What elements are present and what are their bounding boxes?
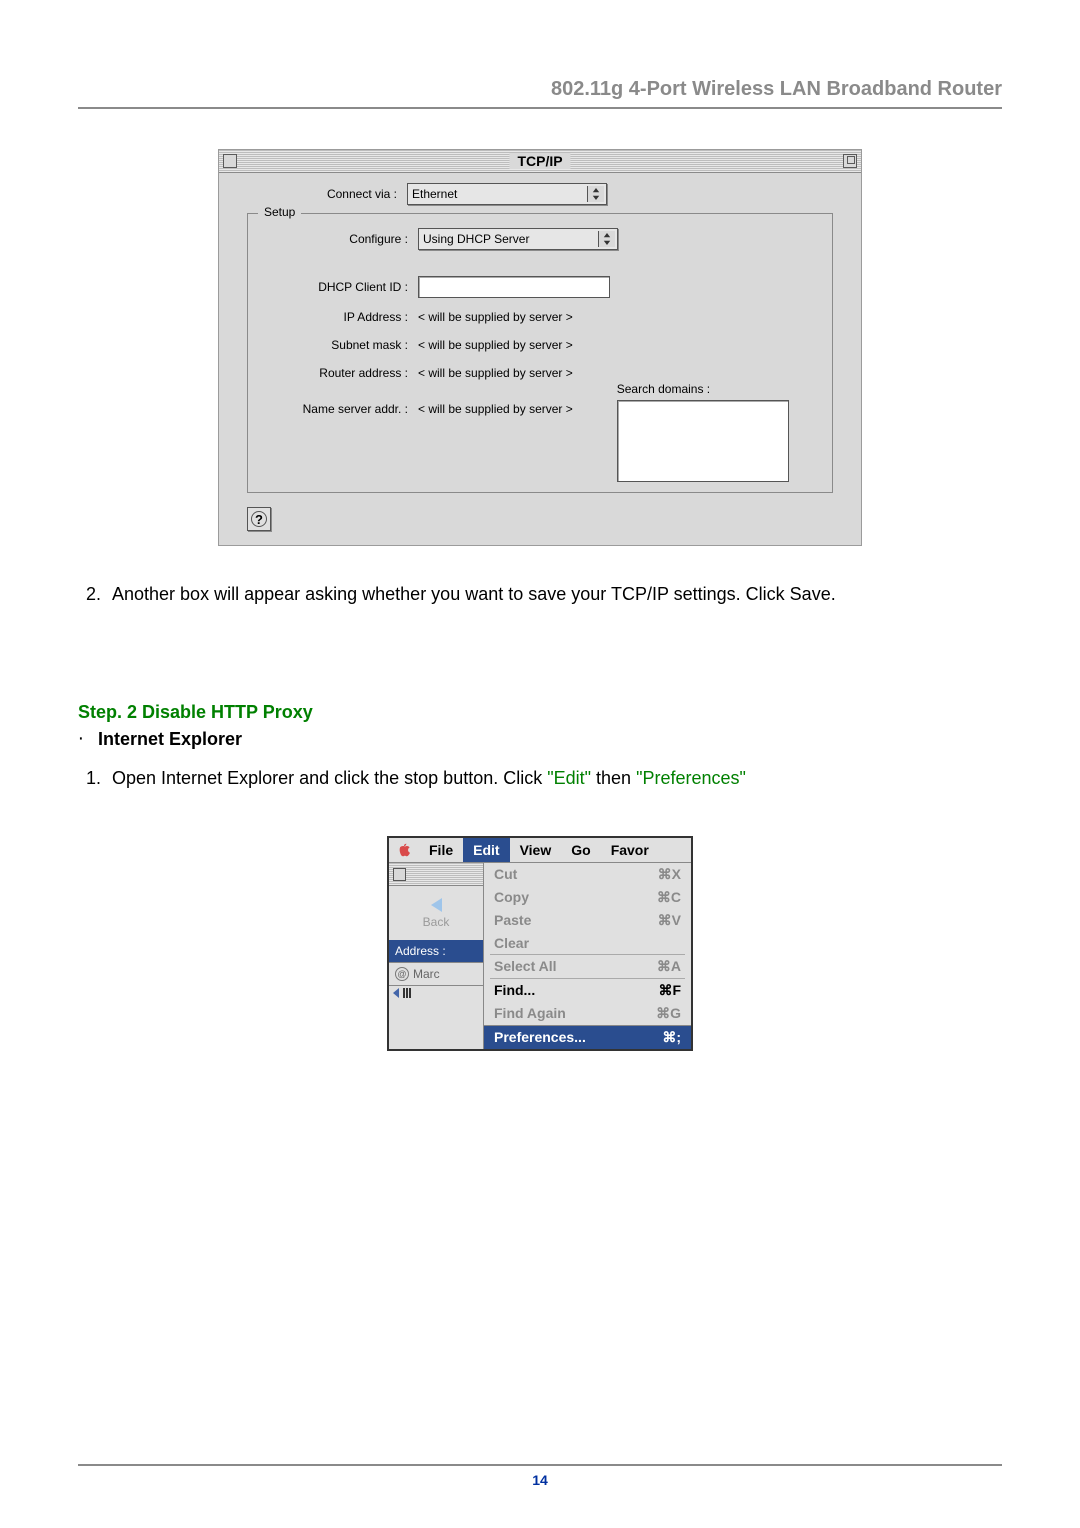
ip-address-label: IP Address : bbox=[258, 310, 418, 324]
connect-via-dropdown[interactable]: Ethernet bbox=[407, 183, 607, 205]
search-domains-input[interactable] bbox=[617, 400, 789, 482]
step2-bullet-text: Internet Explorer bbox=[98, 729, 242, 749]
back-arrow-icon bbox=[431, 898, 442, 912]
menuitem-preferences-label: Preferences... bbox=[494, 1029, 586, 1046]
window-title: TCP/IP bbox=[509, 153, 570, 169]
tcpip-window: TCP/IP Connect via : Ethernet Setup Conf… bbox=[218, 149, 862, 546]
search-domains-label: Search domains : bbox=[617, 382, 789, 396]
setup-fieldset: Setup Configure : Using DHCP Server DHCP… bbox=[247, 213, 833, 493]
menu-go[interactable]: Go bbox=[561, 838, 600, 862]
menuitem-selectall-shortcut: ⌘A bbox=[657, 958, 681, 975]
at-icon: @ bbox=[395, 967, 409, 981]
menuitem-paste-shortcut: ⌘V bbox=[658, 912, 681, 929]
menuitem-clear: Clear bbox=[484, 932, 691, 954]
menuitem-copy: Copy ⌘C bbox=[484, 886, 691, 909]
step2-bullet: ‧Internet Explorer bbox=[78, 729, 1002, 750]
page-number: 14 bbox=[78, 1472, 1002, 1488]
menuitem-selectall-label: Select All bbox=[494, 958, 557, 975]
dhcp-client-id-label: DHCP Client ID : bbox=[258, 280, 418, 294]
step2-heading: Step. 2 Disable HTTP Proxy bbox=[78, 702, 1002, 723]
menuitem-findagain-label: Find Again bbox=[494, 1005, 566, 1022]
page-header: 802.11g 4-Port Wireless LAN Broadband Ro… bbox=[78, 78, 1002, 107]
router-address-label: Router address : bbox=[258, 366, 418, 380]
apple-icon[interactable] bbox=[389, 838, 419, 862]
ie-marc-label: Marc bbox=[413, 967, 440, 981]
menu-view[interactable]: View bbox=[510, 838, 562, 862]
ie-back-label: Back bbox=[423, 915, 450, 929]
step2-list-item-1: Open Internet Explorer and click the sto… bbox=[106, 760, 1002, 796]
ie-window: File Edit View Go Favor Back Address : @… bbox=[387, 836, 693, 1051]
step2-item1-pre: Open Internet Explorer and click the sto… bbox=[112, 768, 547, 788]
subnet-mask-label: Subnet mask : bbox=[258, 338, 418, 352]
connect-via-label: Connect via : bbox=[247, 187, 407, 201]
menuitem-find-shortcut: ⌘F bbox=[658, 982, 681, 999]
step2-item1-edit: "Edit" bbox=[547, 768, 591, 788]
menuitem-find[interactable]: Find... ⌘F bbox=[484, 979, 691, 1002]
ie-scroll-tab[interactable] bbox=[389, 985, 483, 1000]
connect-via-value: Ethernet bbox=[412, 187, 457, 201]
configure-value: Using DHCP Server bbox=[423, 232, 529, 246]
configure-label: Configure : bbox=[258, 232, 418, 246]
edit-dropdown-menu: Cut ⌘X Copy ⌘C Paste ⌘V Clear Select A bbox=[484, 863, 691, 1049]
menuitem-find-label: Find... bbox=[494, 982, 535, 999]
menuitem-findagain-shortcut: ⌘G bbox=[656, 1005, 681, 1022]
subnet-mask-value: < will be supplied by server > bbox=[418, 338, 573, 352]
scroll-left-icon bbox=[393, 988, 399, 998]
step2-item1-mid: then bbox=[591, 768, 636, 788]
menuitem-cut: Cut ⌘X bbox=[484, 863, 691, 886]
menuitem-copy-shortcut: ⌘C bbox=[657, 889, 681, 906]
menuitem-paste-label: Paste bbox=[494, 912, 531, 929]
name-server-value: < will be supplied by server > bbox=[418, 402, 573, 416]
menuitem-preferences[interactable]: Preferences... ⌘; bbox=[484, 1025, 691, 1049]
step2-item1-pref: "Preferences" bbox=[636, 768, 746, 788]
menuitem-preferences-shortcut: ⌘; bbox=[662, 1029, 681, 1046]
help-button[interactable]: ? bbox=[247, 507, 271, 531]
menu-edit[interactable]: Edit bbox=[463, 838, 509, 862]
header-divider bbox=[78, 107, 1002, 109]
ie-close-box[interactable] bbox=[393, 868, 406, 881]
window-zoom-box[interactable] bbox=[843, 154, 857, 168]
menuitem-copy-label: Copy bbox=[494, 889, 529, 906]
name-server-label: Name server addr. : bbox=[258, 402, 418, 416]
ie-marc-row[interactable]: @ Marc bbox=[389, 962, 483, 985]
footer-divider bbox=[78, 1464, 1002, 1466]
step1-list-item-2: Another box will appear asking whether y… bbox=[106, 576, 1002, 612]
window-close-box[interactable] bbox=[223, 154, 237, 168]
menu-favor[interactable]: Favor bbox=[601, 838, 659, 862]
dhcp-client-id-input[interactable] bbox=[418, 276, 610, 298]
ie-window-strip bbox=[389, 863, 483, 886]
configure-dropdown[interactable]: Using DHCP Server bbox=[418, 228, 618, 250]
setup-legend: Setup bbox=[258, 205, 301, 219]
menuitem-cut-label: Cut bbox=[494, 866, 517, 883]
ip-address-value: < will be supplied by server > bbox=[418, 310, 573, 324]
tcpip-titlebar: TCP/IP bbox=[219, 150, 861, 173]
menuitem-cut-shortcut: ⌘X bbox=[658, 866, 681, 883]
router-address-value: < will be supplied by server > bbox=[418, 366, 573, 380]
menuitem-clear-label: Clear bbox=[494, 935, 529, 951]
menuitem-paste: Paste ⌘V bbox=[484, 909, 691, 932]
menuitem-findagain: Find Again ⌘G bbox=[484, 1002, 691, 1025]
ie-address-label: Address : bbox=[389, 940, 483, 962]
help-icon: ? bbox=[251, 511, 267, 527]
menu-file[interactable]: File bbox=[419, 838, 463, 862]
menuitem-selectall: Select All ⌘A bbox=[484, 955, 691, 978]
ie-menubar: File Edit View Go Favor bbox=[389, 838, 691, 863]
ie-back-button[interactable]: Back bbox=[389, 886, 483, 940]
